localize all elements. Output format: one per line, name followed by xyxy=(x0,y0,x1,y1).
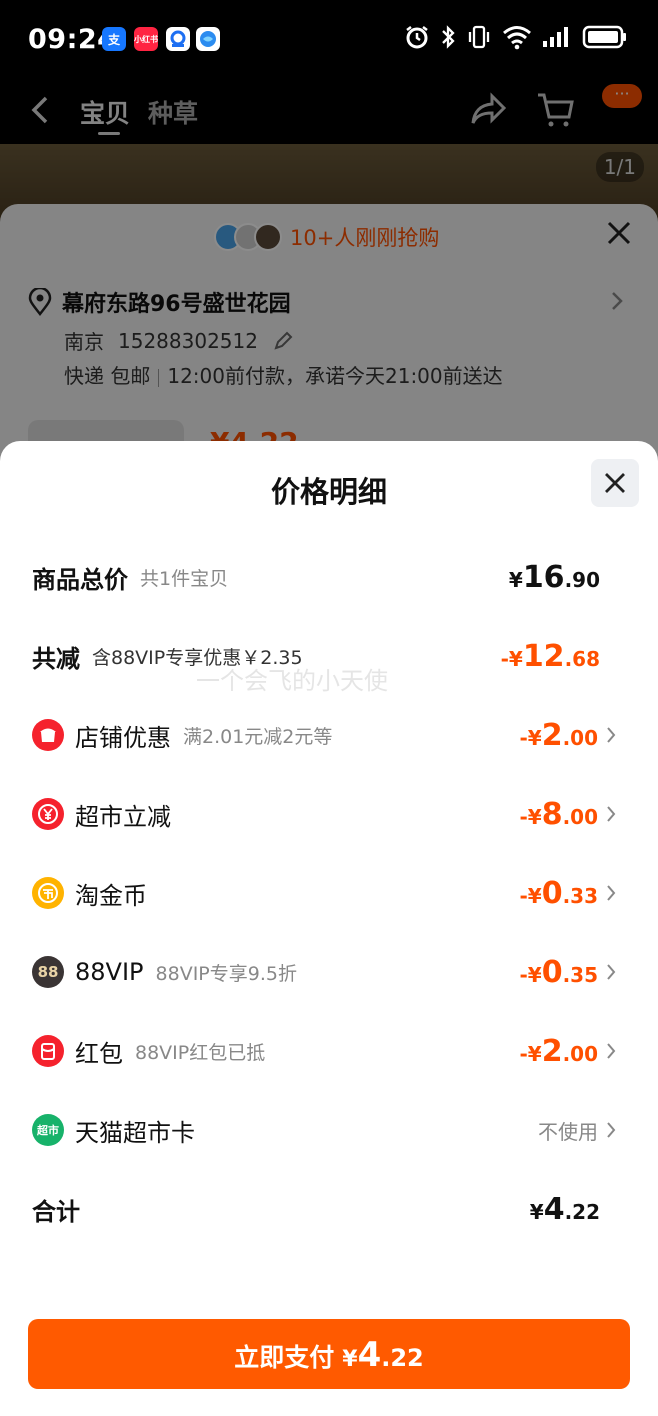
chevron-right-icon xyxy=(600,963,622,981)
row-amount: - ¥0.33 xyxy=(519,875,598,911)
row-amount: ¥4.22 xyxy=(529,1191,600,1227)
row-red-packet[interactable]: 红包 88VIP红包已抵 - ¥2.00 xyxy=(32,1029,622,1073)
supermarket-card-icon: 超市 xyxy=(32,1114,64,1146)
shop-icon xyxy=(32,719,64,751)
row-total-price: 商品总价 共1件宝贝 ¥16.90 xyxy=(32,555,622,599)
row-label: 合计 xyxy=(32,1197,80,1226)
browser-icon xyxy=(196,27,220,51)
row-sub: 88VIP专享9.5折 xyxy=(155,962,297,985)
card-status: 不使用 xyxy=(538,1119,598,1144)
vibrate-icon xyxy=(468,25,490,49)
pay-now-button[interactable]: 立即支付 ¥ 4 .22 xyxy=(28,1319,630,1389)
row-amount: - ¥12.68 xyxy=(500,638,600,674)
row-label: 共减 xyxy=(32,644,80,673)
row-sub: 共1件宝贝 xyxy=(140,567,229,590)
row-shop-discount[interactable]: 店铺优惠 满2.01元减2元等 - ¥2.00 xyxy=(32,713,622,757)
chevron-right-icon xyxy=(600,1042,622,1060)
alipay-icon: 支 xyxy=(102,27,126,51)
wifi-icon xyxy=(503,26,531,50)
row-label: 店铺优惠 xyxy=(75,723,171,752)
vip-icon: 88 xyxy=(32,956,64,988)
chevron-right-icon xyxy=(600,884,622,902)
gold-coin-icon xyxy=(32,877,64,909)
row-amount: - ¥8.00 xyxy=(519,796,598,832)
row-label: 88VIP xyxy=(75,958,144,986)
row-sub: 满2.01元减2元等 xyxy=(183,725,333,748)
bluetooth-icon xyxy=(442,25,455,49)
row-88vip[interactable]: 88 88VIP 88VIP专享9.5折 - ¥0.35 xyxy=(32,950,622,994)
row-label: 超市立减 xyxy=(75,802,171,831)
row-supermarket-card[interactable]: 超市 天猫超市卡 不使用 xyxy=(32,1108,622,1152)
row-label: 淘金币 xyxy=(75,881,147,910)
chevron-right-icon xyxy=(600,1121,622,1139)
sheet-title: 价格明细 xyxy=(270,475,387,509)
row-label: 天猫超市卡 xyxy=(75,1118,195,1147)
yuan-coin-icon xyxy=(32,798,64,830)
close-icon xyxy=(605,473,625,493)
status-bar: 09:24 支 小红书 xyxy=(0,0,658,80)
close-button[interactable] xyxy=(591,459,639,507)
row-supermarket-discount[interactable]: 超市立减 - ¥8.00 xyxy=(32,792,622,836)
xiaohongshu-icon: 小红书 xyxy=(134,27,158,51)
row-sub: 88VIP红包已抵 xyxy=(135,1041,266,1064)
row-amount: - ¥2.00 xyxy=(519,717,598,753)
app-blue-icon xyxy=(166,27,190,51)
row-grand-total: 合计 ¥4.22 xyxy=(32,1187,622,1231)
chevron-right-icon xyxy=(600,726,622,744)
signal-icon xyxy=(543,27,568,47)
row-amount: - ¥0.35 xyxy=(519,954,598,990)
status-icons xyxy=(404,24,628,50)
red-packet-icon xyxy=(32,1035,64,1067)
watermark: 一个会飞的小天使 xyxy=(196,667,388,695)
row-amount: - ¥2.00 xyxy=(519,1033,598,1069)
row-label: 红包 xyxy=(75,1039,123,1068)
price-detail-sheet: 价格明细 商品总价 共1件宝贝 ¥16.90 共减 含88VIP专享优惠￥2.3… xyxy=(0,441,658,1416)
battery-icon xyxy=(582,25,626,49)
row-taojinbi[interactable]: 淘金币 - ¥0.33 xyxy=(32,871,622,915)
alarm-icon xyxy=(406,26,428,49)
row-amount: ¥16.90 xyxy=(508,559,600,595)
chevron-right-icon xyxy=(600,805,622,823)
row-label: 商品总价 xyxy=(32,565,128,594)
